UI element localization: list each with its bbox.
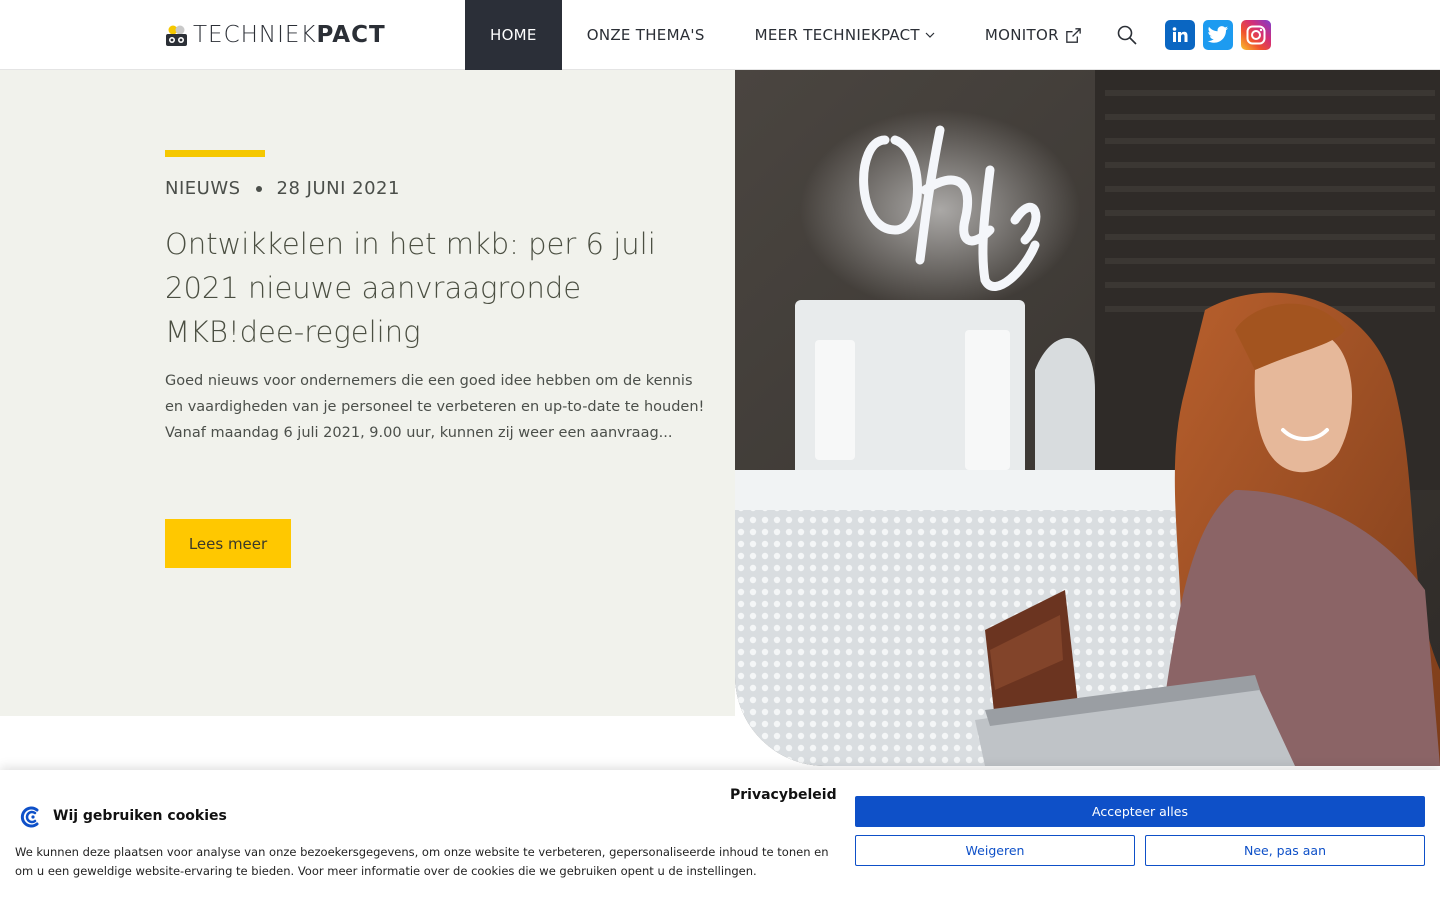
privacy-policy-link[interactable]: Privacybeleid [730,787,837,803]
nav-item-home[interactable]: HOME [465,0,562,70]
meta-separator-dot [255,185,262,192]
hero-image [735,70,1440,766]
main-nav: HOME ONZE THEMA'S MEER TECHNIEKPACT MONI… [465,0,1108,70]
linkedin-icon[interactable] [1165,20,1195,50]
cookie-description: We kunnen deze plaatsen voor analyse van… [15,845,829,878]
article-date: 28 JUNI 2021 [276,178,400,199]
nav-item-onze-themas[interactable]: ONZE THEMA'S [562,0,730,70]
nav-item-label: MONITOR [984,26,1059,44]
techniekpact-logo[interactable]: TECHNIEKPACT [165,21,386,49]
chevron-down-icon [925,32,935,38]
twitter-bird-icon [1207,26,1229,43]
cookie-banner: Wij gebruiken cookies Privacybeleid We k… [0,770,1440,900]
twitter-icon[interactable] [1203,20,1233,50]
customize-button[interactable]: Nee, pas aan [1145,835,1425,866]
nav-item-label: HOME [490,26,537,44]
site-header: TECHNIEKPACT HOME ONZE THEMA'S MEER TECH… [0,0,1440,70]
search-icon[interactable] [1115,23,1139,47]
article-category[interactable]: NIEUWS [165,178,241,199]
logo-mark-icon [166,25,187,46]
deny-button[interactable]: Weigeren [855,835,1135,866]
logo-text: TECHNIEKPACT [193,22,386,48]
article-meta: NIEUWS 28 JUNI 2021 [165,178,400,199]
instagram-icon[interactable] [1241,20,1271,50]
accent-bar [165,150,265,157]
accept-all-button[interactable]: Accepteer alles [855,796,1425,827]
nav-item-monitor[interactable]: MONITOR [960,0,1108,70]
linkedin-glyph-icon [1172,27,1188,42]
nav-item-label: MEER TECHNIEKPACT [754,26,920,44]
nav-item-label: ONZE THEMA'S [586,26,705,44]
article-title[interactable]: Ontwikkelen in het mkb: per 6 juli 2021 … [165,222,705,354]
nav-item-meer-techniekpact[interactable]: MEER TECHNIEKPACT [730,0,960,70]
cookie-title: Wij gebruiken cookies [53,808,227,824]
instagram-camera-icon [1246,25,1266,45]
article-excerpt: Goed nieuws voor ondernemers die een goe… [165,373,705,441]
hero-photo-illustration [735,70,1440,766]
cookie-consent-logo-icon [20,806,39,828]
external-link-icon [1065,27,1081,43]
read-more-button[interactable]: Lees meer [165,519,291,568]
